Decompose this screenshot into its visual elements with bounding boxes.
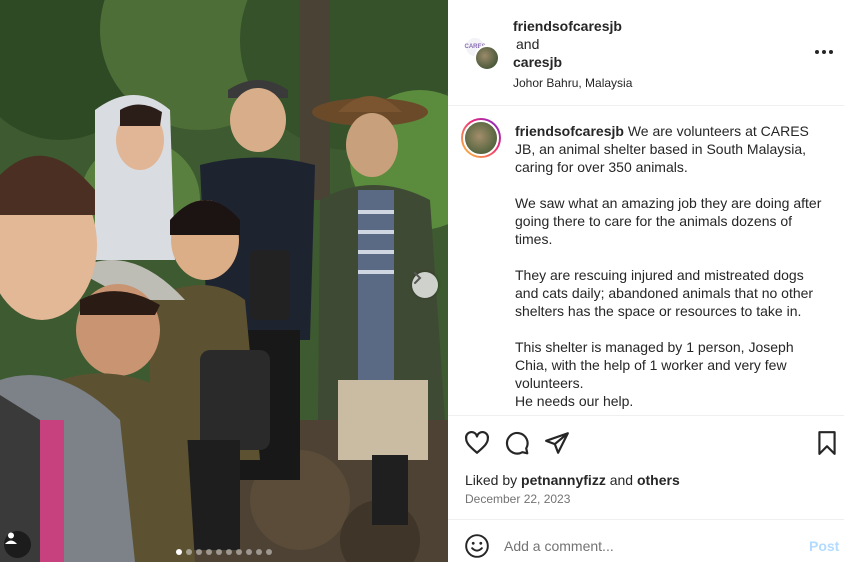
comment-icon[interactable] xyxy=(504,430,530,456)
liked-others-link[interactable]: others xyxy=(637,472,680,488)
liked-joiner: and xyxy=(609,472,634,488)
caption-paragraph: They are rescuing injured and mistreated… xyxy=(515,267,814,319)
carousel-dot xyxy=(236,549,242,555)
avatar-friends xyxy=(474,45,500,71)
carousel-dot xyxy=(186,549,192,555)
chevron-right-icon xyxy=(414,272,422,284)
caption-avatar[interactable] xyxy=(461,118,501,158)
post-detail-panel: CARES friendsofcaresjb and caresjb Johor… xyxy=(448,0,844,562)
author-username-2[interactable]: caresjb xyxy=(513,53,632,71)
caption-section[interactable]: friendsofcaresjb We are volunteers at CA… xyxy=(448,106,844,415)
author-username-1[interactable]: friendsofcaresjb xyxy=(513,17,632,35)
bookmark-icon[interactable] xyxy=(814,430,840,456)
carousel-dot xyxy=(216,549,222,555)
carousel-dot xyxy=(246,549,252,555)
carousel-dot xyxy=(206,549,212,555)
action-bar: Liked by petnannyfizz and others Decembe… xyxy=(448,415,844,519)
location-link[interactable]: Johor Bahru, Malaysia xyxy=(513,74,632,92)
carousel-dot xyxy=(176,549,182,555)
photo-illustration xyxy=(0,0,448,562)
post-comment-button[interactable]: Post xyxy=(809,538,839,554)
caption-username[interactable]: friendsofcaresjb xyxy=(515,123,624,139)
more-dot-icon xyxy=(822,50,826,54)
caption-paragraph: This shelter is managed by 1 person, Jos… xyxy=(515,339,794,391)
caption-avatar-image xyxy=(463,120,499,156)
tagged-users-button[interactable] xyxy=(4,531,31,558)
heart-icon[interactable] xyxy=(464,430,490,456)
next-photo-button[interactable] xyxy=(412,272,438,298)
emoji-icon[interactable] xyxy=(464,533,490,559)
caption-paragraph: We saw what an amazing job they are doin… xyxy=(515,195,822,247)
post-header: CARES friendsofcaresjb and caresjb Johor… xyxy=(448,0,844,106)
more-dot-icon xyxy=(829,50,833,54)
caption-text: friendsofcaresjb We are volunteers at CA… xyxy=(515,122,827,415)
more-dot-icon xyxy=(815,50,819,54)
carousel-dot xyxy=(196,549,202,555)
post-photo[interactable] xyxy=(0,0,448,562)
carousel-dot xyxy=(266,549,272,555)
collab-avatars[interactable]: CARES xyxy=(464,36,500,72)
likes-summary: Liked by petnannyfizz and others xyxy=(465,472,680,488)
caption-paragraph: friendsofcaresjb We are volunteers at CA… xyxy=(515,122,827,176)
comment-input[interactable] xyxy=(504,535,794,557)
carousel-dots xyxy=(176,549,272,555)
liked-prefix: Liked by xyxy=(465,472,518,488)
post-date[interactable]: December 22, 2023 xyxy=(465,492,570,506)
share-icon[interactable] xyxy=(544,430,570,456)
author-joiner: and xyxy=(516,36,540,52)
caption-paragraph: He needs our help. xyxy=(515,393,634,409)
comment-bar: Post xyxy=(448,519,844,562)
carousel-dot xyxy=(256,549,262,555)
liked-user-link[interactable]: petnannyfizz xyxy=(521,472,606,488)
user-icon xyxy=(5,532,17,544)
more-options-button[interactable] xyxy=(814,44,834,60)
carousel-dot xyxy=(226,549,232,555)
header-text: friendsofcaresjb and caresjb Johor Bahru… xyxy=(513,17,632,92)
